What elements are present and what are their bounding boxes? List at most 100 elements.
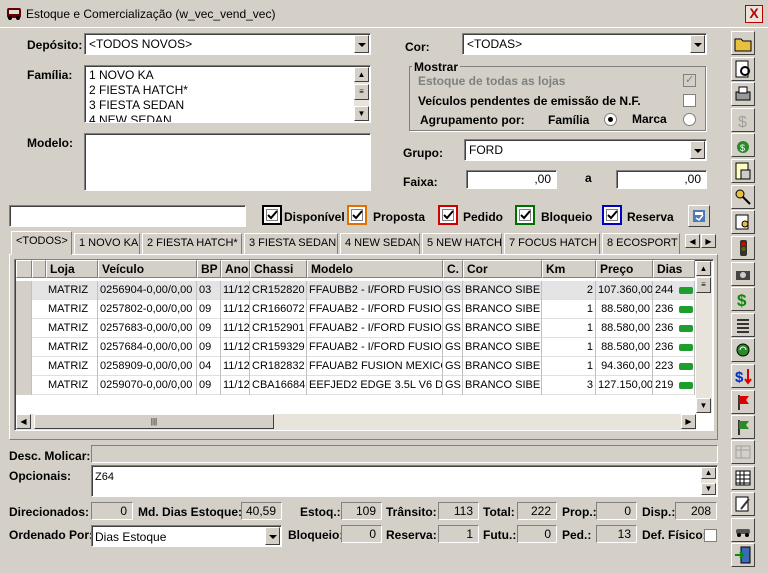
grupo-select[interactable]: FORD [464, 139, 707, 161]
scroll-up-icon[interactable]: ▲ [354, 67, 369, 82]
open-folder-button[interactable] [731, 31, 755, 55]
opcionais-scrollbar[interactable]: ▲ ▼ [701, 467, 716, 495]
dollar-disabled-button[interactable]: $ [731, 108, 755, 132]
grid-scroll-down-icon[interactable]: ▼ [696, 398, 711, 413]
opcionais-textarea[interactable]: Z64 ▲ ▼ [91, 465, 718, 497]
grid-hscroll-thumb[interactable]: ||| [34, 414, 274, 429]
grid-header-chassi[interactable]: Chassi [250, 260, 307, 278]
grid-header-preco[interactable]: Preço [596, 260, 653, 278]
car-button[interactable] [731, 518, 755, 542]
dollar-arrow-button[interactable]: $ [731, 364, 755, 388]
list-button[interactable] [731, 313, 755, 337]
row-indicator[interactable] [16, 376, 32, 395]
tab-new-hatch[interactable]: 5 NEW HATCH [422, 233, 502, 254]
grid-vscroll[interactable]: ▲ ≡ ▼ [696, 261, 712, 413]
green-flag-button[interactable] [731, 415, 755, 439]
cell-preco: 94.360,00 [596, 357, 653, 376]
grid-scroll-left-icon[interactable]: ◀ [16, 414, 31, 429]
grid-header-modelo[interactable]: Modelo [307, 260, 443, 278]
camera-button[interactable] [731, 262, 755, 286]
faixa-from-input[interactable]: ,00 [466, 170, 557, 189]
grid-scroll-right-icon[interactable]: ▶ [681, 414, 696, 429]
grid-header-c[interactable]: C. [443, 260, 463, 278]
ordenado-dropdown-button[interactable] [265, 527, 280, 545]
grid-header-ano[interactable]: Ano [221, 260, 250, 278]
row-indicator[interactable] [16, 357, 32, 376]
scroll-thumb[interactable]: ≡ [354, 84, 369, 100]
pedido-label: Pedido [463, 210, 504, 224]
quick-search-input[interactable] [9, 205, 246, 227]
row-indicator[interactable] [16, 338, 32, 357]
faixa-to-input[interactable]: ,00 [616, 170, 707, 189]
familia-item[interactable]: 3 FIESTA SEDAN [89, 98, 188, 113]
tab-novo-ka[interactable]: 1 NOVO KA [74, 233, 140, 254]
opcionais-scroll-down-icon[interactable]: ▼ [701, 483, 716, 495]
scroll-down-icon[interactable]: ▼ [354, 106, 369, 121]
print-preview-button[interactable] [731, 82, 755, 106]
familia-radio[interactable] [604, 113, 617, 126]
bloqueio-count-label: Bloqueio: [288, 528, 344, 542]
grid-button[interactable] [731, 466, 755, 490]
estoque-lojas-checkbox[interactable]: ✓ [683, 74, 696, 87]
calculator-document-button[interactable] [731, 159, 755, 183]
dollar-button[interactable]: $ [731, 287, 755, 311]
grid-scroll-up-icon[interactable]: ▲ [696, 261, 711, 276]
grid-header-cor[interactable]: Cor [463, 260, 542, 278]
def-fisico-checkbox[interactable] [704, 529, 717, 542]
familia-item[interactable]: 1 NOVO KA [89, 68, 188, 83]
grid-vscroll-thumb[interactable]: ≡ [696, 277, 711, 293]
proposta-checkbox[interactable] [347, 205, 367, 225]
traffic-light-button[interactable] [731, 236, 755, 260]
grupo-dropdown-button[interactable] [690, 141, 705, 159]
money-bag-button[interactable]: $ [731, 133, 755, 157]
familia-list[interactable]: 1 NOVO KA 2 FIESTA HATCH* 3 FIESTA SEDAN… [84, 65, 371, 123]
cell-modelo: FFAUBB2 - I/FORD FUSION \ [307, 281, 443, 300]
tab-fiesta-sedan[interactable]: 3 FIESTA SEDAN [244, 233, 338, 254]
familia-item[interactable]: 2 FIESTA HATCH* [89, 83, 188, 98]
marca-radio[interactable] [683, 113, 696, 126]
tab-new-sedan[interactable]: 4 NEW SEDAN [340, 233, 420, 254]
pedido-checkbox[interactable] [438, 205, 458, 225]
tab-todos[interactable]: <TODOS> [11, 231, 72, 255]
grid-header-dias[interactable]: Dias [653, 260, 695, 278]
familia-item[interactable]: 4 NEW SEDAN [89, 113, 188, 122]
red-flag-button[interactable] [731, 390, 755, 414]
cor-select[interactable]: <TODAS> [462, 33, 707, 55]
faixa-label: Faixa: [403, 175, 438, 189]
deposito-select[interactable]: <TODOS NOVOS> [84, 33, 371, 55]
cor-dropdown-button[interactable] [690, 35, 705, 53]
modelo-textarea[interactable] [84, 133, 371, 191]
tab-scroll-left-icon[interactable]: ◀ [685, 234, 700, 248]
tab-scroll-right-icon[interactable]: ▶ [701, 234, 716, 248]
tab-fiesta-hatch[interactable]: 2 FIESTA HATCH* [142, 233, 242, 254]
filter-config-button[interactable] [688, 205, 710, 227]
reserva-checkbox[interactable] [602, 205, 622, 225]
close-button[interactable]: X [745, 5, 763, 23]
grid-header-loja[interactable]: Loja [46, 260, 98, 278]
grid-header-bp[interactable]: BP [197, 260, 221, 278]
row-indicator[interactable] [16, 319, 32, 338]
exit-door-button[interactable] [731, 543, 755, 567]
row-indicator[interactable] [16, 281, 32, 300]
refresh-button[interactable] [731, 338, 755, 362]
deposito-dropdown-button[interactable] [354, 35, 369, 53]
grid-header-veiculo[interactable]: Veículo [98, 260, 197, 278]
opcionais-scroll-up-icon[interactable]: ▲ [701, 467, 716, 479]
grid-hscroll[interactable]: ◀ ||| ▶ [16, 414, 696, 430]
bloqueio-checkbox[interactable] [515, 205, 535, 225]
edit-button[interactable] [731, 492, 755, 516]
disponivel-checkbox[interactable] [262, 205, 282, 225]
ordenado-select[interactable]: Dias Estoque [91, 525, 282, 547]
pendentes-checkbox[interactable] [683, 94, 696, 107]
row-indicator[interactable] [16, 300, 32, 319]
grid-header-km[interactable]: Km [542, 260, 596, 278]
table-disabled-button[interactable] [731, 440, 755, 464]
familia-scrollbar[interactable]: ▲ ≡ ▼ [354, 67, 369, 121]
tab-ecosport[interactable]: 8 ECOSPORT [602, 233, 680, 254]
search-document-button[interactable] [731, 57, 755, 81]
key-button[interactable] [731, 185, 755, 209]
estoq-value: 109 [341, 502, 382, 520]
document-key-button[interactable] [731, 210, 755, 234]
cell-cor: BRANCO SIBER [463, 338, 542, 357]
tab-focus-hatch[interactable]: 7 FOCUS HATCH [504, 233, 600, 254]
